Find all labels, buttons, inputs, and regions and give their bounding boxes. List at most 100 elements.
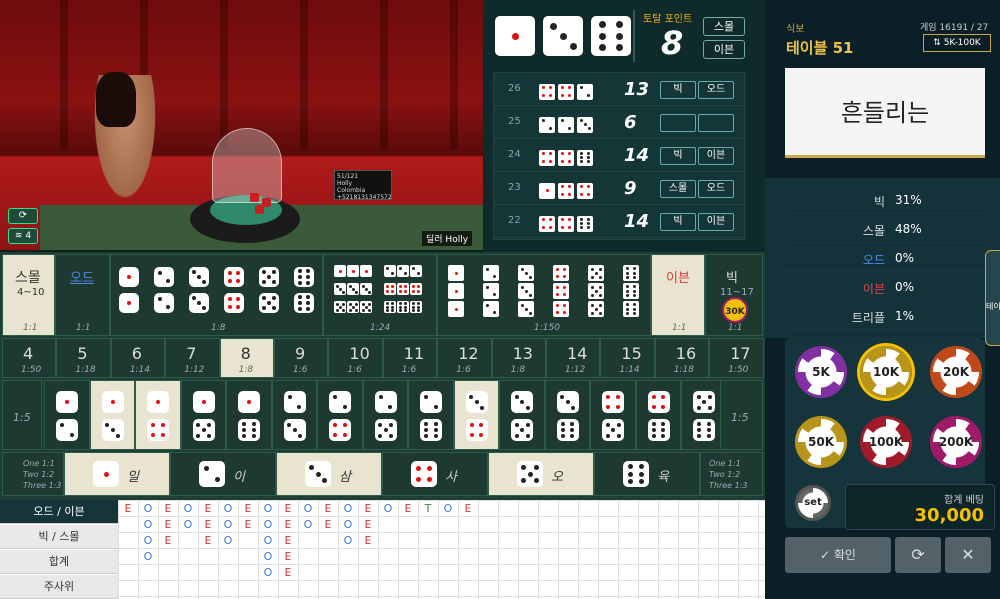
history-die — [577, 116, 593, 133]
bet-total-11[interactable]: 11 1:6 — [382, 338, 438, 378]
bet-total-8[interactable]: 8 1:8 — [219, 338, 274, 378]
latest-die — [495, 16, 535, 56]
road-tab[interactable]: 오드 / 이븐 — [0, 500, 118, 524]
confirm-button[interactable]: ✓ 확인 — [785, 537, 891, 573]
total-number: 17 — [730, 344, 751, 363]
bet-limit-button[interactable]: ⇅ 5K-100K — [923, 34, 991, 52]
bet-combo[interactable] — [89, 380, 135, 450]
set-chip-button[interactable]: set — [795, 485, 831, 521]
combo-die — [647, 391, 670, 413]
bet-total-6[interactable]: 6 1:14 — [110, 338, 166, 378]
chip-50K[interactable]: 50K — [795, 416, 847, 468]
triple-die — [410, 283, 422, 295]
single-odds-left: One 1:1 Two 1:2 Three 1:3 — [2, 452, 64, 496]
chip-5K[interactable]: 5K — [795, 346, 847, 398]
combo-die — [556, 419, 579, 441]
bet-combo[interactable] — [499, 380, 545, 450]
chip-10K[interactable]: 10K — [860, 346, 912, 398]
bet-any-triple[interactable]: 1:24 — [323, 254, 437, 336]
bet-big[interactable]: 빅 11~17 1:1 30K — [705, 254, 763, 336]
combo-die — [101, 419, 124, 441]
triple-die — [334, 265, 346, 277]
road-tab[interactable]: 합계 — [0, 550, 118, 574]
bet-single-2[interactable]: 이 — [170, 452, 276, 496]
bet-single-5[interactable]: 오 — [488, 452, 594, 496]
bet-total-10[interactable]: 10 1:6 — [328, 338, 383, 378]
bet-combo[interactable] — [362, 380, 408, 450]
round-bigsmall — [660, 114, 696, 132]
stat-value: 31% — [895, 193, 922, 207]
chip-200K[interactable]: 200K — [930, 416, 982, 468]
chip-20K[interactable]: 20K — [930, 346, 982, 398]
bet-single-6[interactable]: 육 — [594, 452, 700, 496]
round-sum: 14 — [624, 145, 650, 166]
bet-even[interactable]: 이븐 1:1 — [651, 254, 705, 336]
triple-die — [410, 265, 422, 277]
specific-triple-die — [483, 283, 499, 299]
bet-total-12[interactable]: 12 1:6 — [437, 338, 492, 378]
payout-odds: 1:1 — [23, 323, 38, 333]
triple-die — [347, 283, 359, 295]
round-number: 25 — [508, 116, 521, 127]
bet-total-14[interactable]: 14 1:12 — [546, 338, 601, 378]
bet-combo[interactable] — [453, 380, 499, 450]
placed-chip[interactable]: 30K — [722, 297, 748, 323]
double-die — [259, 293, 279, 313]
bet-total-4[interactable]: 4 1:50 — [2, 338, 57, 378]
clear-bet-button[interactable]: ✕ — [945, 537, 991, 573]
road-cell: O — [343, 502, 353, 515]
payout-odds: 1:6 — [456, 365, 471, 375]
stat-row: 오드 0% — [785, 244, 985, 272]
bet-total-9[interactable]: 9 1:6 — [274, 338, 329, 378]
bet-odd[interactable]: 오드 1:1 — [55, 254, 110, 336]
bet-combo[interactable] — [635, 380, 681, 450]
bet-total-16[interactable]: 16 1:18 — [654, 338, 710, 378]
bet-single-1[interactable]: 일 — [64, 452, 170, 496]
bet-total-17[interactable]: 17 1:50 — [709, 338, 764, 378]
bet-combo[interactable] — [544, 380, 590, 450]
stat-label: 오드 — [862, 253, 885, 267]
refresh-video-button[interactable]: ⟳ — [8, 208, 38, 224]
double-die — [154, 267, 174, 287]
road-cell: E — [324, 502, 332, 515]
road-tab[interactable]: 주사위 — [0, 575, 118, 599]
bet-combo[interactable] — [271, 380, 317, 450]
combo-die — [420, 391, 442, 413]
signal-button[interactable]: ≋ 4 — [8, 228, 38, 244]
total-number: 7 — [186, 344, 197, 363]
bet-total-13[interactable]: 13 1:8 — [491, 338, 546, 378]
road-cell: E — [284, 518, 292, 531]
bet-single-3[interactable]: 삼 — [276, 452, 382, 496]
dice-dome — [212, 128, 282, 203]
bet-total-5[interactable]: 5 1:18 — [56, 338, 111, 378]
bet-single-4[interactable]: 사 — [382, 452, 488, 496]
single-die — [623, 461, 649, 487]
small-label: 스몰 — [15, 270, 41, 286]
bet-combo[interactable] — [590, 380, 636, 450]
bet-combo[interactable] — [317, 380, 363, 450]
bet-combo[interactable] — [180, 380, 226, 450]
side-tab[interactable]: 테이 — [985, 250, 1000, 346]
bet-combo[interactable] — [226, 380, 272, 450]
bet-combo[interactable] — [135, 380, 181, 450]
bet-small[interactable]: 스몰 4~10 1:1 — [2, 254, 55, 336]
chip-100K[interactable]: 100K — [860, 416, 912, 468]
bet-total-7[interactable]: 7 1:12 — [165, 338, 220, 378]
history-die — [539, 215, 555, 232]
double-die — [189, 293, 209, 313]
stat-value: 1% — [895, 309, 915, 323]
road-cell: E — [324, 518, 332, 531]
rebet-button[interactable]: ⟳ — [895, 537, 941, 573]
road-tab[interactable]: 빅 / 스몰 — [0, 525, 118, 549]
result-even-badge: 이븐 — [703, 40, 745, 59]
history-die — [577, 83, 593, 100]
single-odds: Three 1:3 — [709, 481, 748, 490]
road-cell: O — [143, 502, 153, 515]
total-number: 10 — [349, 344, 370, 363]
payout-odds: 1:18 — [75, 365, 96, 375]
round-sum: 13 — [624, 79, 650, 100]
total-number: 6 — [131, 344, 142, 363]
bet-total-15[interactable]: 15 1:14 — [600, 338, 655, 378]
bet-combo[interactable] — [44, 380, 90, 450]
bet-combo[interactable] — [408, 380, 454, 450]
